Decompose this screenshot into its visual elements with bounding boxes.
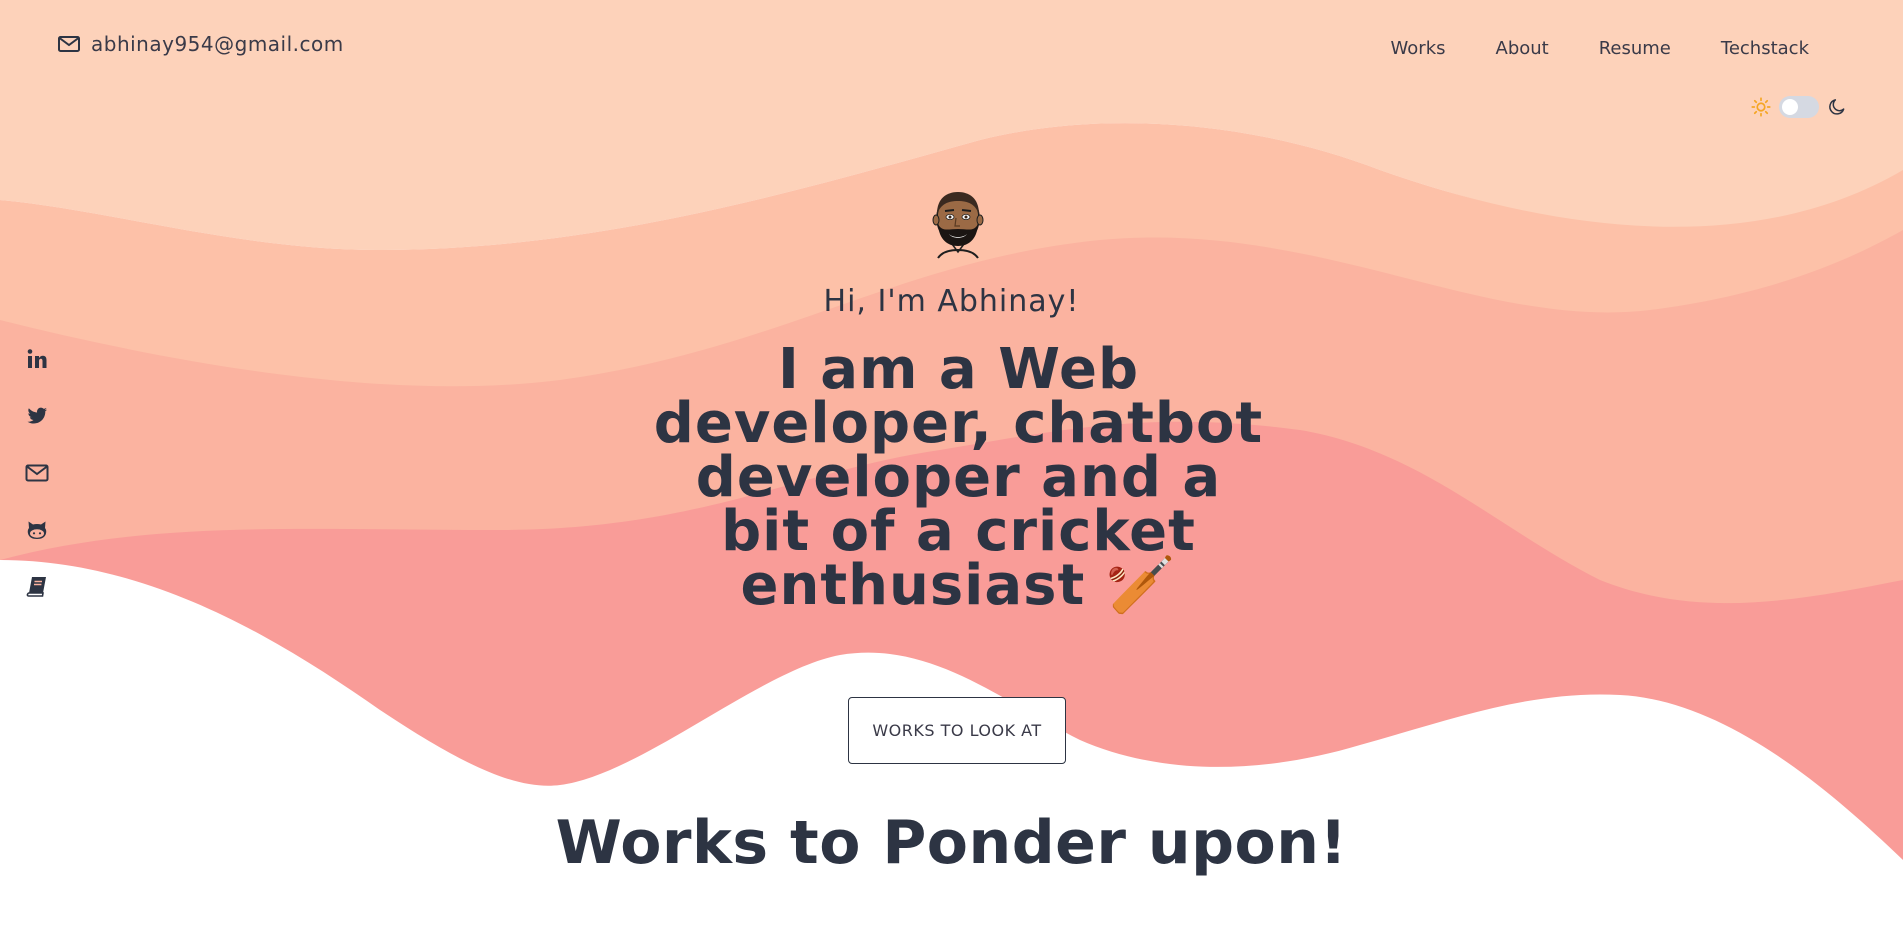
works-section-title: Works to Ponder upon! [555,808,1348,878]
twitter-icon[interactable] [25,404,49,428]
nav-about[interactable]: About [1496,38,1549,59]
header-email-text: abhinay954@gmail.com [91,32,344,56]
works-cta-button[interactable]: WORKS TO LOOK AT [848,697,1066,764]
main-nav: Works About Resume Techstack [1391,38,1809,59]
moon-icon [1829,99,1845,115]
social-links [25,347,49,599]
mail-icon [58,36,80,52]
theme-switch-knob [1782,99,1798,115]
sun-icon [1751,97,1771,117]
book-icon[interactable] [25,575,49,599]
nav-techstack[interactable]: Techstack [1721,38,1809,59]
hero-headline: I am a Web developer, chatbot developer … [653,337,1264,618]
linkedin-icon[interactable] [25,347,49,371]
nav-works[interactable]: Works [1391,38,1446,59]
github-icon[interactable] [25,518,49,542]
hero-greeting: Hi, I'm Abhinay! [823,284,1080,319]
theme-switch[interactable] [1779,96,1819,118]
nav-resume[interactable]: Resume [1599,38,1671,59]
header-email-link[interactable]: abhinay954@gmail.com [57,32,344,56]
avatar [932,192,984,259]
mail-icon[interactable] [25,461,49,485]
theme-toggle [1751,96,1847,118]
